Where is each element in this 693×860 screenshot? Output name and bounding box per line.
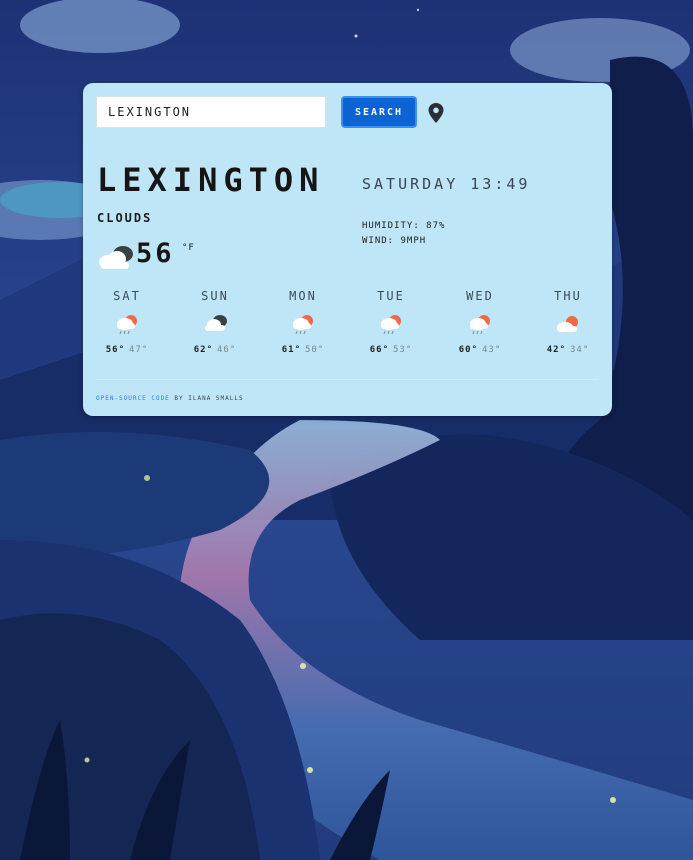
divider	[96, 379, 599, 380]
city-search-input[interactable]	[96, 96, 326, 128]
city-name: LEXINGTON	[97, 161, 325, 199]
rain-icon	[381, 315, 401, 335]
rain-icon	[470, 315, 490, 335]
forecast-day-name: TUE	[377, 289, 405, 303]
rain-icon	[117, 315, 137, 335]
forecast-day: THU 42° 34°	[528, 289, 608, 355]
footer-author: BY ILANA SMALLS	[169, 395, 244, 402]
current-datetime: SATURDAY 13:49	[362, 175, 531, 193]
current-temperature: 56	[136, 238, 175, 269]
forecast-low: 34°	[570, 345, 590, 355]
cloud-icon	[99, 246, 133, 269]
forecast-day: WED 60° 43°	[440, 289, 520, 355]
forecast-day: TUE 66° 53°	[351, 289, 431, 355]
forecast-high: 60°	[458, 345, 478, 355]
forecast-day-name: THU	[554, 289, 582, 303]
forecast-low: 47°	[129, 345, 149, 355]
cloud-icon	[205, 315, 227, 331]
forecast-day: MON 61° 50°	[263, 289, 343, 355]
forecast-low: 50°	[305, 345, 325, 355]
forecast-day: SAT 56° 47°	[87, 289, 167, 355]
search-button[interactable]: SEARCH	[341, 96, 417, 128]
forecast-day: SUN 62° 46°	[175, 289, 255, 355]
forecast-high: 66°	[369, 345, 389, 355]
forecast-day-name: SAT	[113, 289, 141, 303]
rain-icon	[293, 315, 313, 335]
temperature-unit: °F	[182, 243, 195, 253]
footer-credit: OPEN-SOURCE CODE BY ILANA SMALLS	[96, 395, 244, 402]
forecast-day-name: SUN	[201, 289, 229, 303]
forecast-high: 42°	[546, 345, 566, 355]
weather-condition: CLOUDS	[97, 211, 153, 225]
forecast-low: 53°	[393, 345, 413, 355]
forecast-high: 56°	[105, 345, 125, 355]
forecast-high: 62°	[193, 345, 213, 355]
humidity-value: HUMIDITY: 87%	[362, 221, 446, 231]
open-source-link[interactable]: OPEN-SOURCE CODE	[96, 395, 170, 402]
forecast-low: 43°	[482, 345, 502, 355]
forecast-high: 61°	[281, 345, 301, 355]
partly-cloudy-icon	[557, 316, 578, 332]
location-pin-icon[interactable]	[428, 103, 444, 123]
forecast-day-name: MON	[289, 289, 317, 303]
weather-card: SEARCH LEXINGTON SATURDAY 13:49 CLOUDS H…	[83, 83, 612, 416]
forecast-day-name: WED	[466, 289, 494, 303]
forecast-low: 46°	[217, 345, 237, 355]
forecast-row: SAT 56° 47° SUN 62° 46° MON 61° 50° TUE …	[83, 289, 612, 369]
wind-value: WIND: 9MPH	[362, 236, 427, 246]
